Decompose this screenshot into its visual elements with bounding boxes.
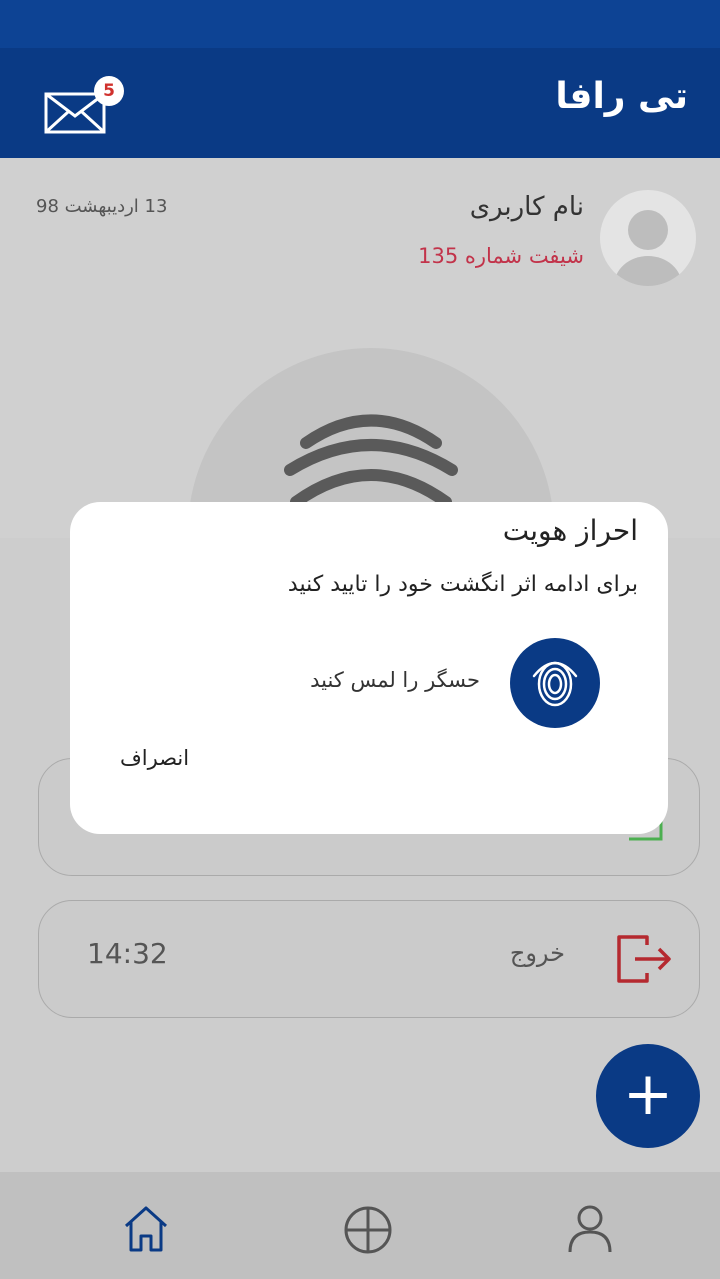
- nav-home[interactable]: [118, 1200, 174, 1256]
- profile-icon: [568, 1205, 612, 1253]
- app-header: تی رافا 5: [0, 48, 720, 158]
- date-label: 13 اردیبهشت 98: [36, 196, 168, 217]
- exit-icon: [617, 935, 671, 983]
- shift-label: شیفت شماره 135: [418, 244, 584, 268]
- checkout-row[interactable]: 14:32 خروج: [38, 900, 700, 1018]
- app-title: تی رافا: [555, 76, 688, 117]
- bottom-nav: [0, 1172, 720, 1279]
- checkout-time: 14:32: [87, 937, 168, 970]
- user-name: نام کاربری: [469, 192, 584, 222]
- nav-reports[interactable]: [340, 1200, 396, 1256]
- dialog-message: برای ادامه اثر انگشت خود را تایید کنید: [287, 572, 638, 597]
- status-bar: [0, 0, 720, 48]
- cancel-button[interactable]: انصراف: [120, 746, 189, 770]
- biometric-dialog: احراز هویت برای ادامه اثر انگشت خود را ت…: [70, 502, 668, 834]
- pie-chart-icon: [344, 1206, 392, 1254]
- mail-button[interactable]: 5: [42, 76, 124, 136]
- checkout-label: خروج: [509, 939, 565, 967]
- fingerprint-icon: [532, 661, 578, 707]
- add-button[interactable]: +: [596, 1044, 700, 1148]
- sensor-button[interactable]: [510, 638, 600, 728]
- unread-badge: 5: [94, 76, 124, 106]
- nav-profile[interactable]: [562, 1200, 618, 1256]
- home-icon: [124, 1206, 168, 1252]
- avatar-icon[interactable]: [600, 190, 696, 286]
- dialog-title: احراز هویت: [502, 514, 638, 547]
- sensor-label: حسگر را لمس کنید: [310, 668, 480, 692]
